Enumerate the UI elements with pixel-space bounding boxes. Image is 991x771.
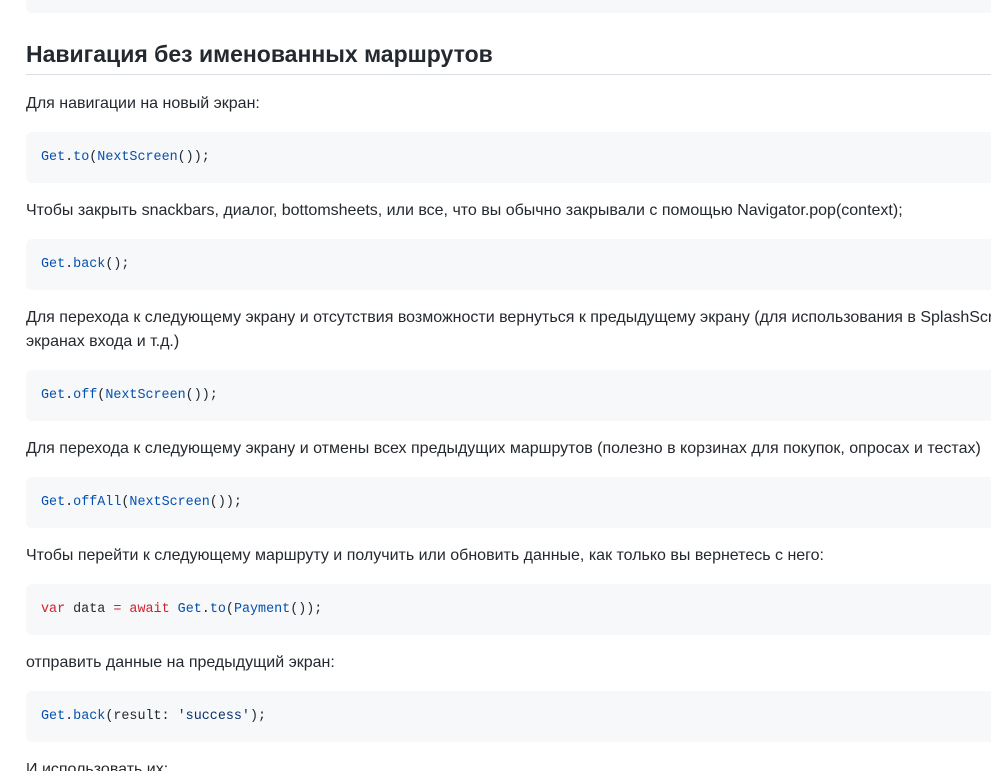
paragraph-navigate-new-screen: Для навигации на новый экран: [26,95,260,112]
code-token: back [73,709,106,724]
code-block-await-get-to: var data = await Get.to(Payment()); [26,584,991,635]
paragraph-go-next-no-return-line2: экранах входа и т.д.) [26,333,180,350]
code-token: Payment [233,602,291,617]
code-token: to [209,602,226,617]
code-token: NextScreen [105,388,186,403]
code-line: var data = await Get.to(Payment()); [41,602,322,617]
paragraph-go-next-no-return-line1: Для перехода к следующему экрану и отсут… [26,309,991,326]
code-token: . [201,602,210,617]
paragraph-send-data-back: отправить данные на предыдущий экран: [26,654,335,671]
code-token: . [65,495,74,510]
code-line: Get.back(result: 'success'); [41,709,266,724]
code-token: NextScreen [97,150,178,165]
code-token: (); [105,257,130,272]
paragraph-go-next-cancel-all: Для перехода к следующему экрану и отмен… [26,440,981,457]
code-token: ()); [185,388,218,403]
code-token: ()); [209,495,242,510]
section-heading: Навигация без именованных маршрутов [26,38,991,75]
code-token: (result: [105,709,178,724]
paragraph-close-snackbars: Чтобы закрыть snackbars, диалог, bottoms… [26,202,903,219]
code-line: Get.off(NextScreen()); [41,388,218,403]
code-token: 'success' [177,709,250,724]
code-token: NextScreen [129,495,210,510]
code-block-get-to: Get.to(NextScreen()); [26,132,991,183]
code-line: Get.offAll(NextScreen()); [41,495,242,510]
code-token: offAll [73,495,122,510]
code-token: Get [177,602,202,617]
code-block-get-offall: Get.offAll(NextScreen()); [26,477,991,528]
code-token: ( [225,602,234,617]
code-line: Get.to(NextScreen()); [41,150,210,165]
code-token: off [73,388,98,403]
code-token: Get [41,388,66,403]
paragraph-go-next-get-data: Чтобы перейти к следующему маршруту и по… [26,547,824,564]
code-block-get-back-result: Get.back(result: 'success'); [26,691,991,742]
code-token: data [65,602,114,617]
code-token: Get [41,709,66,724]
code-token: . [65,709,74,724]
code-token: to [73,150,90,165]
code-token: await [129,602,170,617]
code-token: Get [41,257,66,272]
code-token: ); [249,709,267,724]
code-token: . [65,150,74,165]
section-title: Навигация без именованных маршрутов [26,41,493,67]
code-token: . [65,388,74,403]
code-token: ()); [290,602,323,617]
code-block-previous [26,0,991,13]
code-block-get-off: Get.off(NextScreen()); [26,370,991,421]
paragraph-and-use-them: И использовать их: [26,761,169,771]
code-token: back [73,257,106,272]
code-token: Get [41,150,66,165]
code-token: ()); [177,150,210,165]
code-token: var [41,602,66,617]
code-token: . [65,257,74,272]
code-line: Get.back(); [41,257,129,272]
code-token: Get [41,495,66,510]
code-block-get-back: Get.back(); [26,239,991,290]
